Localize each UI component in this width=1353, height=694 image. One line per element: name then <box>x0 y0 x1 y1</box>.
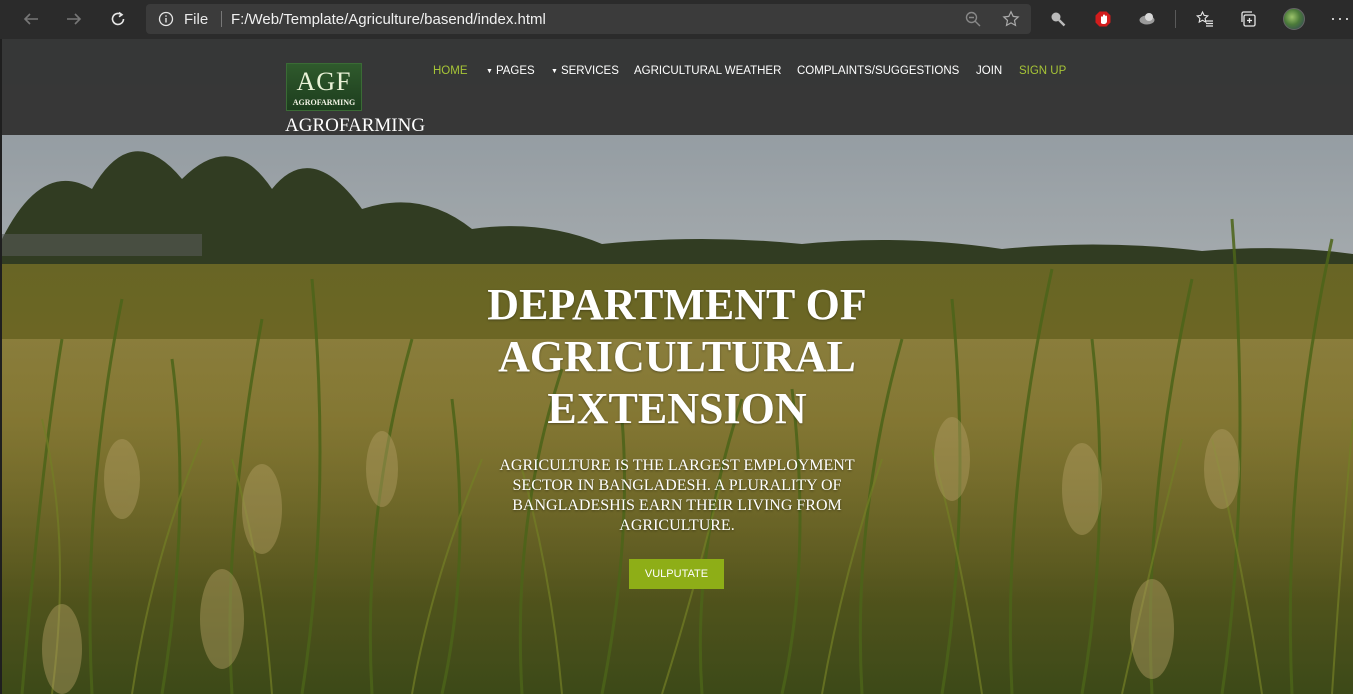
browser-toolbar: File F:/Web/Template/Agriculture/basend/… <box>0 0 1353 39</box>
zoom-out-icon[interactable] <box>964 10 982 28</box>
hero-subtitle-line: AGRICULTURE. <box>619 517 735 534</box>
hero-title-line: EXTENSION <box>547 384 807 433</box>
adblock-icon[interactable] <box>1093 9 1113 29</box>
forward-arrow-icon[interactable] <box>59 4 89 34</box>
search-extension-icon[interactable] <box>1048 9 1068 29</box>
site-header: AGF AGROFARMING AGROFARMING HOME ▼ PAGES … <box>2 39 1353 137</box>
caret-down-icon: ▼ <box>486 68 493 75</box>
nav-complaints[interactable]: COMPLAINTS/SUGGESTIONS <box>797 65 959 77</box>
logo-mark: AGF <box>296 67 352 96</box>
hero-subtitle-line: AGRICULTURE IS THE LARGEST EMPLOYMENT <box>499 457 855 474</box>
nav-services-label: SERVICES <box>560 65 619 77</box>
refresh-icon[interactable] <box>103 4 133 34</box>
address-bar[interactable]: File F:/Web/Template/Agriculture/basend/… <box>146 4 1031 34</box>
nav-services[interactable]: ▼ SERVICES <box>551 65 619 77</box>
file-label: File <box>184 11 209 28</box>
star-icon[interactable] <box>1002 10 1020 28</box>
site-logo[interactable]: AGF AGROFARMING <box>286 63 362 111</box>
info-icon[interactable] <box>158 11 174 27</box>
hero-subtitle-line: BANGLADESHIS EARN THEIR LIVING FROM <box>512 497 842 514</box>
toolbar-divider <box>1175 10 1176 28</box>
caret-down-icon: ▼ <box>551 68 558 75</box>
back-arrow-icon[interactable] <box>16 4 46 34</box>
brand-name[interactable]: AGROFARMING <box>285 115 425 137</box>
address-divider <box>221 11 222 27</box>
more-icon[interactable]: ··· <box>1330 8 1351 29</box>
nav-home[interactable]: HOME <box>433 65 468 77</box>
extension-icon[interactable] <box>1137 9 1157 29</box>
web-page: AGF AGROFARMING AGROFARMING HOME ▼ PAGES … <box>2 39 1353 694</box>
logo-subtitle: AGROFARMING <box>292 98 356 107</box>
vulputate-button[interactable]: VULPUTATE <box>629 559 724 589</box>
hero-title-line: AGRICULTURAL <box>498 332 856 381</box>
collections-icon[interactable] <box>1239 9 1259 29</box>
nav-pages-label: PAGES <box>495 65 535 77</box>
profile-avatar[interactable] <box>1283 8 1305 30</box>
hero-subtitle: AGRICULTURE IS THE LARGEST EMPLOYMENT SE… <box>467 456 887 536</box>
nav-sign-up[interactable]: SIGN UP <box>1019 65 1066 77</box>
hero-subtitle-line: SECTOR IN BANGLADESH. A PLURALITY OF <box>512 477 842 494</box>
url-text[interactable]: F:/Web/Template/Agriculture/basend/index… <box>231 11 546 28</box>
hero-title: DEPARTMENT OF AGRICULTURAL EXTENSION <box>432 279 922 435</box>
nav-join[interactable]: JOIN <box>976 65 1002 77</box>
nav-agricultural-weather[interactable]: AGRICULTURAL WEATHER <box>634 65 781 77</box>
hero-title-line: DEPARTMENT OF <box>487 280 867 329</box>
favorites-icon[interactable] <box>1195 9 1215 29</box>
nav-pages[interactable]: ▼ PAGES <box>486 65 535 77</box>
